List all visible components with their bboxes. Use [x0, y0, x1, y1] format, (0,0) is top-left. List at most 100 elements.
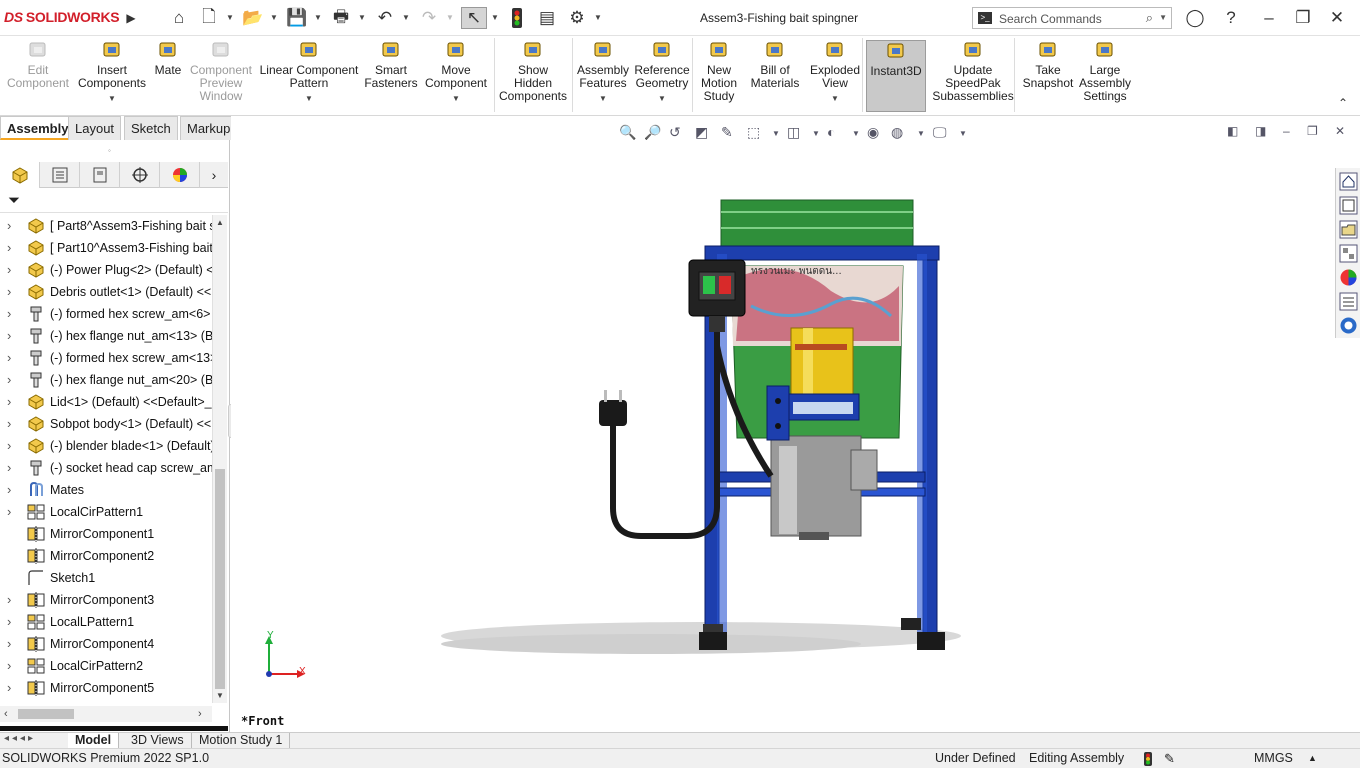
options-dropdown-icon[interactable]: ▼ [594, 13, 602, 22]
expand-arrow-icon[interactable]: › [7, 655, 11, 677]
ribbon-button-take-snapshot[interactable]: Take Snapshot [1018, 40, 1078, 112]
panel-tabs-next-icon[interactable]: › [200, 162, 228, 188]
view-palette-icon[interactable] [1339, 244, 1358, 263]
property-manager-tab[interactable] [40, 162, 80, 188]
filter-funnel-icon[interactable]: ⏷ [8, 192, 20, 209]
ribbon-dropdown-icon[interactable]: ▼ [256, 92, 362, 105]
search-icon[interactable]: ⌕ [1146, 10, 1153, 26]
ribbon-dropdown-icon[interactable]: ▼ [420, 92, 492, 105]
ribbon-dropdown-icon[interactable]: ▼ [632, 92, 692, 105]
solidworks-logo[interactable]: DS SOLIDWORKS [4, 9, 120, 25]
ribbon-dropdown-icon[interactable]: ▼ [76, 92, 148, 105]
tree-item[interactable]: › (-) hex flange nut_am<20> (B1 [0, 369, 212, 391]
scroll-down-icon[interactable]: ▼ [216, 691, 224, 700]
tab-sketch[interactable]: Sketch [124, 116, 178, 140]
ribbon-dropdown-icon[interactable]: ▼ [806, 92, 864, 105]
tree-item[interactable]: › LocalLPattern1 [0, 611, 212, 633]
rebuild-status-icon[interactable] [1144, 752, 1152, 772]
tree-horizontal-scrollbar[interactable]: ‹ › [0, 706, 212, 722]
expand-arrow-icon[interactable]: › [7, 237, 11, 259]
fishing-bait-spinner-model[interactable]: ทรงวนเมะ พนตดน... [231, 116, 1360, 732]
user-account-icon[interactable]: ◯ [1184, 7, 1206, 29]
file-explorer-icon[interactable] [1339, 220, 1358, 239]
scroll-right-icon[interactable]: › [198, 708, 202, 720]
tree-item[interactable]: › Debris outlet<1> (Default) <<D [0, 281, 212, 303]
display-manager-tab[interactable] [160, 162, 200, 188]
ribbon-button-smart-fasteners[interactable]: Smart Fasteners [364, 40, 418, 112]
scroll-up-icon[interactable]: ▲ [216, 218, 224, 227]
file-properties-icon[interactable]: ▤ [536, 7, 558, 29]
expand-arrow-icon[interactable]: › [7, 347, 11, 369]
tree-vertical-scrollbar[interactable]: ▲ ▼ [212, 215, 227, 703]
ribbon-button-bill-of-materials[interactable]: Bill of Materials [744, 40, 806, 112]
expand-arrow-icon[interactable]: › [7, 369, 11, 391]
solidworks-forum-icon[interactable] [1339, 316, 1358, 335]
expand-arrow-icon[interactable]: › [7, 413, 11, 435]
tree-item[interactable]: › MirrorComponent4 [0, 633, 212, 655]
ribbon-button-mate[interactable]: Mate [148, 40, 188, 112]
scroll-left-icon[interactable]: ‹ [4, 708, 8, 720]
tab-scroll-arrows-icon[interactable]: ◂◂◂▸ [4, 733, 36, 744]
minimize-icon[interactable]: – [1258, 7, 1280, 29]
tree-item[interactable]: › (-) blender blade<1> (Default) [0, 435, 212, 457]
new-dropdown-icon[interactable]: ▼ [226, 13, 234, 22]
bottom-tab-motion-study-1[interactable]: Motion Study 1 [192, 733, 291, 749]
configuration-manager-tab[interactable] [80, 162, 120, 188]
tree-item[interactable]: › (-) formed hex screw_am<13> [0, 347, 212, 369]
ribbon-button-move-component[interactable]: Move Component ▼ [420, 40, 492, 112]
rebuild-traffic-light-icon[interactable] [506, 7, 528, 29]
new-document-icon[interactable]: 🗋 [198, 7, 220, 29]
expand-arrow-icon[interactable]: › [7, 457, 11, 479]
open-dropdown-icon[interactable]: ▼ [270, 13, 278, 22]
menu-expand-icon[interactable]: ▶ [120, 7, 142, 29]
expand-arrow-icon[interactable]: › [7, 677, 11, 699]
scroll-thumb[interactable] [215, 469, 225, 689]
tab-markup[interactable]: Markup [180, 116, 238, 140]
redo-icon[interactable]: ↷ [418, 7, 440, 29]
ribbon-button-exploded-view[interactable]: Exploded View ▼ [806, 40, 864, 112]
print-dropdown-icon[interactable]: ▼ [358, 13, 366, 22]
ribbon-button-linear-component-pattern[interactable]: Linear Component Pattern ▼ [256, 40, 362, 112]
expand-arrow-icon[interactable]: › [7, 633, 11, 655]
ribbon-button-instant3d[interactable]: Instant3D [866, 40, 926, 112]
close-window-icon[interactable]: ✕ [1326, 7, 1348, 29]
tree-item[interactable]: › (-) hex flange nut_am<13> (B1 [0, 325, 212, 347]
tree-item[interactable]: › MirrorComponent3 [0, 589, 212, 611]
tree-item[interactable]: › [ Part10^Assem3-Fishing bait s [0, 237, 212, 259]
save-icon[interactable]: 💾 [286, 7, 308, 29]
search-dropdown-icon[interactable]: ▼ [1159, 13, 1167, 22]
tree-item[interactable]: Sketch1 [0, 567, 212, 589]
tree-item[interactable]: › (-) socket head cap screw_am< [0, 457, 212, 479]
ribbon-button-insert-components[interactable]: Insert Components ▼ [76, 40, 148, 112]
expand-arrow-icon[interactable]: › [7, 501, 11, 523]
expand-arrow-icon[interactable]: › [7, 281, 11, 303]
custom-properties-icon[interactable] [1339, 292, 1358, 311]
expand-arrow-icon[interactable]: › [7, 215, 11, 237]
ribbon-button-assembly-features[interactable]: Assembly Features ▼ [574, 40, 632, 112]
ribbon-button-show-hidden[interactable]: Show Hidden Components [496, 40, 570, 112]
select-arrow-icon[interactable]: ↖ [461, 7, 487, 29]
save-dropdown-icon[interactable]: ▼ [314, 13, 322, 22]
tree-item[interactable]: › MirrorComponent5 [0, 677, 212, 699]
tree-item[interactable]: › LocalCirPattern2 [0, 655, 212, 677]
design-library-icon[interactable] [1339, 196, 1358, 215]
tree-item[interactable]: › LocalCirPattern1 [0, 501, 212, 523]
panel-splitter-handle[interactable]: ◦ [108, 146, 111, 155]
tree-item[interactable]: › [ Part8^Assem3-Fishing bait sp [0, 215, 212, 237]
expand-arrow-icon[interactable]: › [7, 259, 11, 281]
select-dropdown-icon[interactable]: ▼ [491, 13, 499, 22]
expand-arrow-icon[interactable]: › [7, 303, 11, 325]
tab-assembly[interactable]: Assembly [0, 116, 76, 140]
options-gear-icon[interactable]: ⚙ [566, 7, 588, 29]
print-icon[interactable]: 🖶 [330, 7, 352, 29]
expand-arrow-icon[interactable]: › [7, 325, 11, 347]
tree-item[interactable]: › Mates [0, 479, 212, 501]
expand-arrow-icon[interactable]: › [7, 479, 11, 501]
redo-dropdown-icon[interactable]: ▼ [446, 13, 454, 22]
feature-manager-tab[interactable] [0, 162, 40, 188]
solidworks-resources-home-icon[interactable] [1339, 172, 1358, 191]
undo-icon[interactable]: ↶ [374, 7, 396, 29]
open-folder-icon[interactable]: 📂 [242, 7, 264, 29]
bottom-tab-model[interactable]: Model [68, 733, 120, 749]
bottom-tab-3d-views[interactable]: 3D Views [124, 733, 192, 749]
